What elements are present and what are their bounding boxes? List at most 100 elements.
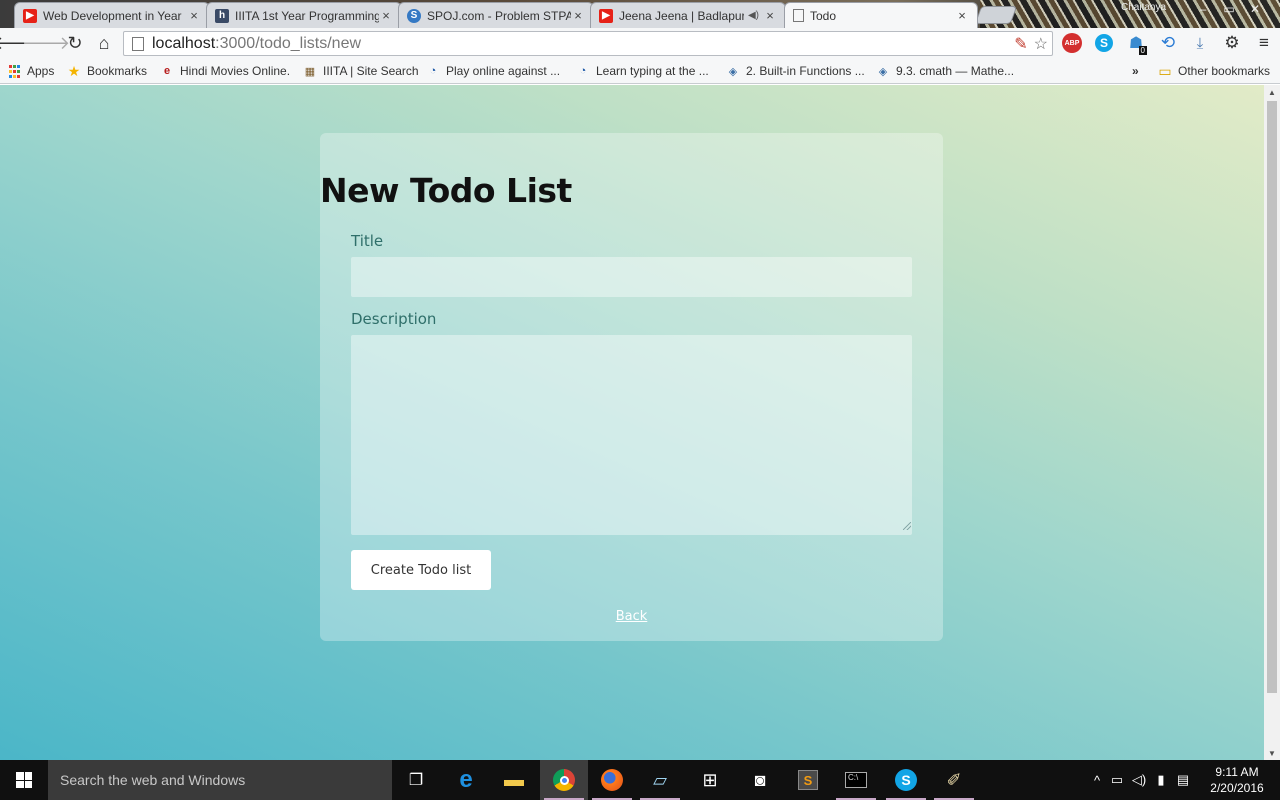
bookmarks-bar: Apps ★ Bookmarks e Hindi Movies Online. … [0, 58, 1280, 84]
scroll-up-icon[interactable]: ▲ [1264, 85, 1280, 99]
close-icon[interactable]: × [187, 8, 201, 23]
apps-icon [7, 64, 21, 78]
title-input[interactable] [351, 257, 912, 297]
start-button[interactable] [0, 760, 48, 800]
tab-iiita-programming[interactable]: h IIITA 1st Year Programming × [206, 2, 402, 28]
tab-youtube-webdev[interactable]: ▶ Web Development in Year × [14, 2, 210, 28]
show-hidden-icons-chevron-icon[interactable]: ^ [1088, 773, 1106, 788]
bookmark-star-icon[interactable]: ☆ [1034, 34, 1048, 54]
tab-title: SPOJ.com - Problem STPA [427, 8, 571, 23]
youtube-icon: ▶ [23, 8, 37, 23]
url-text[interactable]: localhost:3000/todo_lists/new [152, 35, 361, 53]
skype-taskbar-icon[interactable]: S [882, 760, 930, 800]
taskbar-search-box[interactable]: Search the web and Windows [48, 760, 392, 800]
battery-icon[interactable]: ▮ [1150, 772, 1172, 788]
file-explorer-icon[interactable]: ▬ [490, 760, 538, 800]
home-icon[interactable]: ⌂ [90, 29, 118, 57]
tab-title: IIITA 1st Year Programming [235, 8, 379, 23]
bookmark-hindi-movies[interactable]: e Hindi Movies Online. [160, 62, 290, 80]
close-icon[interactable]: × [763, 8, 777, 23]
bookmark-bookmarks[interactable]: ★ Bookmarks [67, 62, 147, 80]
taskbar-clock[interactable]: 9:11 AM 2/20/2016 [1205, 764, 1269, 796]
star-icon: ★ [67, 62, 81, 79]
bookmark-apps[interactable]: Apps [7, 62, 54, 80]
history-icon[interactable]: ⟲ [1156, 31, 1180, 55]
page-scrollbar[interactable]: ▲ ▼ [1264, 85, 1280, 760]
store-icon[interactable]: ⊞ [686, 760, 734, 800]
menu-icon[interactable]: ≡ [1252, 31, 1276, 55]
profile-name[interactable]: Chaitanya [1121, 2, 1166, 13]
tab-youtube-song[interactable]: ▶ Jeena Jeena | Badlapur ◀) × [590, 2, 786, 28]
skype-extension-icon[interactable]: S [1092, 31, 1116, 55]
paint-icon[interactable]: ✐ [930, 760, 978, 800]
notes-app-icon[interactable]: ▱ [636, 760, 684, 800]
todo-form-card: New Todo List Title Description Create T… [320, 133, 943, 641]
bookmark-cmath[interactable]: ◈ 9.3. cmath — Mathe... [876, 62, 1014, 80]
back-link[interactable]: Back [320, 609, 943, 624]
windows-logo-icon [16, 772, 32, 788]
page-info-icon[interactable] [132, 36, 144, 51]
bookmark-builtin-functions[interactable]: ◈ 2. Built-in Functions ... [726, 62, 865, 80]
reload-icon[interactable]: ↻ [61, 29, 89, 57]
description-textarea[interactable] [351, 335, 912, 535]
ghostery-icon[interactable]: ☗ 0 [1124, 31, 1148, 55]
bookmark-learn-typing[interactable]: ◔ Learn typing at the ... [576, 62, 709, 80]
firefox-taskbar-icon[interactable] [588, 760, 636, 800]
python-icon: ◈ [728, 65, 738, 78]
textarea-resize-handle[interactable] [903, 522, 911, 530]
create-todo-list-button[interactable]: Create Todo list [351, 550, 491, 590]
adblock-icon[interactable]: ABP [1060, 31, 1084, 55]
tab-title: Jeena Jeena | Badlapur [619, 8, 744, 23]
clock-date: 2/20/2016 [1210, 781, 1264, 795]
title-label: Title [351, 232, 384, 250]
download-extension-icon[interactable]: ⤓ [1188, 31, 1212, 55]
scrollbar-thumb[interactable] [1267, 101, 1277, 693]
close-icon[interactable]: × [379, 8, 393, 23]
maximize-icon[interactable]: ▭ [1216, 0, 1242, 18]
system-tray: ^ ▭ ◁) ▮ ▤ [1088, 760, 1194, 800]
close-icon[interactable]: × [955, 8, 969, 23]
volume-icon[interactable]: ◁) [1128, 772, 1150, 788]
cursor-icon: ◔ [579, 65, 587, 77]
sublime-text-icon[interactable]: S [784, 760, 832, 800]
spoj-icon: S [407, 8, 421, 23]
page-title: New Todo List [320, 171, 572, 210]
page-viewport: New Todo List Title Description Create T… [0, 85, 1264, 760]
window-controls: – ▭ ✕ [1190, 0, 1268, 20]
tab-todo[interactable]: Todo × [784, 2, 978, 28]
chrome-taskbar-icon[interactable] [540, 760, 588, 800]
other-bookmarks-folder[interactable]: ▭ Other bookmarks [1158, 62, 1270, 80]
rails-extension-icon[interactable]: ✎ [1014, 34, 1027, 54]
bookmark-play-online[interactable]: ◔ Play online against ... [426, 62, 560, 80]
terminal-icon[interactable]: C:\ [832, 760, 880, 800]
speaker-icon: ◀) [747, 10, 759, 21]
tab-spoj[interactable]: S SPOJ.com - Problem STPA × [398, 2, 594, 28]
minimize-icon[interactable]: – [1190, 0, 1216, 18]
bookmark-iiita-search[interactable]: ▦ IIITA | Site Search [303, 62, 419, 80]
more-bookmarks-chevron-icon[interactable]: » [1132, 62, 1139, 80]
description-label: Description [351, 310, 437, 328]
forward-arrow-icon[interactable]: 🡒 [22, 29, 70, 57]
clock-time: 9:11 AM [1215, 765, 1259, 779]
camera-icon[interactable]: ◙ [736, 760, 784, 800]
new-tab-button[interactable] [974, 6, 1018, 24]
settings-gear-icon[interactable]: ⚙ [1220, 31, 1244, 55]
browser-toolbar: 🡐 🡒 ↻ ⌂ localhost:3000/todo_lists/new ✎ … [0, 28, 1280, 58]
tab-strip: ▶ Web Development in Year × h IIITA 1st … [0, 0, 1280, 28]
network-icon[interactable]: ▭ [1106, 772, 1128, 788]
python-icon: ◈ [878, 65, 888, 78]
tab-title: Web Development in Year [43, 8, 182, 23]
close-window-icon[interactable]: ✕ [1242, 0, 1268, 18]
windows-taskbar: Search the web and Windows ❐ e ▬ ▱ ⊞ ◙ S… [0, 760, 1280, 800]
cursor-icon: ◔ [429, 65, 437, 77]
edge-browser-icon[interactable]: e [442, 760, 490, 800]
page-icon [793, 9, 804, 22]
site-icon: ▦ [304, 65, 316, 78]
address-bar[interactable]: localhost:3000/todo_lists/new ✎ ☆ [123, 31, 1053, 56]
task-view-icon[interactable]: ❐ [392, 760, 440, 800]
action-center-icon[interactable]: ▤ [1172, 772, 1194, 788]
tab-title: Todo [810, 8, 837, 23]
close-icon[interactable]: × [571, 8, 585, 23]
h-icon: h [215, 8, 229, 23]
scroll-down-icon[interactable]: ▼ [1264, 746, 1280, 760]
